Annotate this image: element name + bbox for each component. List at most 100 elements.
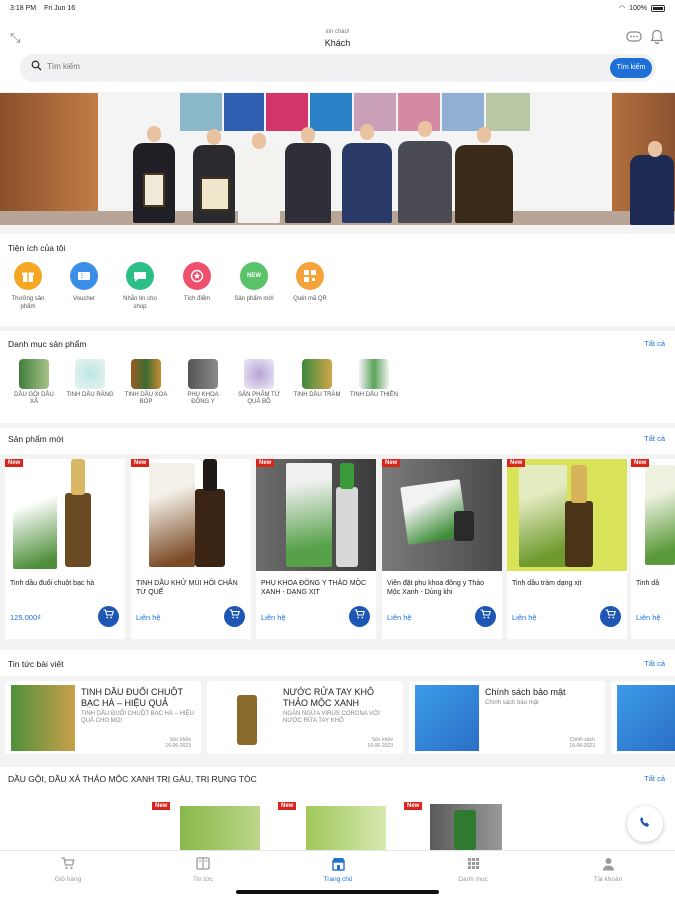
call-button[interactable] — [627, 806, 663, 842]
product-name: PHỤ KHOA ĐÔNG Y THẢO MỘC XANH - DẠNG XỊT — [261, 580, 367, 596]
qr-icon — [296, 262, 324, 290]
utility-label: Nhắn tin cho shop — [123, 296, 157, 310]
news-card[interactable]: TINH DẦU ĐUỔI CHUỘT BẠC HÀ – HIỆU QUẢ TI… — [5, 681, 201, 754]
product-image — [131, 459, 251, 571]
product-card[interactable]: New Tinh dầ Liên hệ — [631, 459, 675, 639]
category-item[interactable]: Dầu gội dầu xả — [10, 359, 58, 406]
shampoo-section: DẦU GỘI, DẦU XẢ THẢO MỘC XANH TRỊ GÀU, T… — [0, 767, 675, 850]
category-image — [188, 359, 218, 389]
utility-label: Sản phẩm mới — [234, 296, 274, 302]
news-card[interactable]: Chính sách bảo mật Chính sách bảo mật Ch… — [409, 681, 605, 754]
search-icon — [31, 60, 42, 74]
category-image — [75, 359, 105, 389]
product-image — [631, 459, 675, 571]
product-price: Liên hệ — [261, 613, 286, 622]
news-summary: NGĂN NGỪA VIRUS CORONA VỚI NƯỚC RỬA TAY … — [283, 711, 380, 724]
new-badge: New — [278, 802, 297, 810]
tab-cart[interactable]: Giỏ hàng — [28, 857, 108, 883]
product-card[interactable]: New — [276, 800, 396, 850]
tab-news[interactable]: Tin tức — [163, 857, 243, 883]
product-name: Tinh dầu đuổi chuột bạc hà — [10, 580, 95, 587]
product-image — [430, 804, 502, 850]
new-products-title: Sản phẩm mới — [8, 434, 64, 444]
category-item[interactable]: Tinh dầu xoa bóp — [122, 359, 170, 406]
points-icon — [183, 262, 211, 290]
product-image — [507, 459, 627, 571]
add-to-cart-button[interactable] — [600, 606, 621, 627]
news-image — [213, 685, 277, 751]
search-button[interactable]: Tìm kiếm — [610, 58, 652, 78]
category-item[interactable]: Sản phẩm từ quả bồ — [235, 359, 283, 406]
gift-icon — [14, 262, 42, 290]
news-summary: TINH DẦU ĐUỔI CHUỘT BẠC HÀ – HIỆU QUẢ CH… — [81, 711, 194, 724]
product-card[interactable]: New PHỤ KHOA ĐÔNG Y THẢO MỘC XANH - DẠNG… — [256, 459, 376, 639]
chat-icon[interactable] — [626, 31, 642, 46]
add-to-cart-button[interactable] — [475, 606, 496, 627]
status-bar: 3:18 PM Fri Jun 16 ◠ 100% — [0, 0, 675, 16]
product-card[interactable]: New — [402, 800, 522, 850]
utility-qr[interactable]: Quét mã QR — [287, 262, 333, 303]
product-image — [306, 806, 386, 850]
news-image — [617, 685, 675, 751]
category-item[interactable]: Tinh dầu tràm — [293, 359, 341, 399]
product-card[interactable]: New Viên đặt phụ khoa đông y Thảo Mộc Xa… — [382, 459, 502, 639]
news-card[interactable] — [611, 681, 675, 754]
category-label: Tinh dầu xoa bóp — [124, 392, 168, 405]
utility-label: Voucher — [72, 296, 96, 302]
utility-new-product[interactable]: NEW Sản phẩm mới — [231, 262, 277, 303]
search-input[interactable] — [47, 62, 527, 71]
new-products-see-all[interactable]: Tất cả — [644, 434, 665, 443]
product-card[interactable]: New — [150, 800, 270, 850]
product-image — [382, 459, 502, 571]
add-to-cart-button[interactable] — [224, 606, 245, 627]
shampoo-see-all[interactable]: Tất cả — [644, 774, 665, 783]
tab-account[interactable]: Tài khoản — [568, 857, 648, 883]
product-price: Liên hệ — [636, 613, 661, 622]
news-card[interactable]: NƯỚC RỬA TAY KHÔ THẢO MỘC XANH NGĂN NGỪA… — [207, 681, 403, 754]
new-badge: New — [404, 802, 423, 810]
news-headline: Chính sách bảo mật — [485, 687, 566, 697]
news-see-all[interactable]: Tất cả — [644, 659, 665, 668]
home-icon — [298, 857, 378, 873]
wifi-icon: ◠ — [618, 5, 626, 12]
tab-home[interactable]: Trang chủ — [298, 857, 378, 883]
product-price: Liên hệ — [387, 613, 412, 622]
new-badge: New — [631, 459, 650, 467]
tab-label: Trang chủ — [323, 876, 353, 883]
product-price: Liên hệ — [136, 613, 161, 622]
utility-message[interactable]: Nhắn tin cho shop — [117, 262, 163, 311]
categories-section: Danh mục sản phẩm Tất cả Dầu gội dầu xả … — [0, 331, 675, 423]
battery-percent: 100% — [629, 4, 647, 12]
user-name: Khách — [324, 38, 351, 48]
tab-categories[interactable]: Danh mục — [433, 857, 513, 883]
utility-label: Tích điểm — [183, 296, 211, 302]
utilities-section: Tiện ích của tôi Thưởng sản phẩm Voucher… — [0, 234, 675, 326]
app-header: ⤡ xin chào! Khách Tìm kiếm — [0, 16, 675, 92]
categories-see-all[interactable]: Tất cả — [644, 339, 665, 348]
new-badge: New — [382, 459, 401, 467]
phone-icon — [639, 816, 651, 831]
product-card[interactable]: New Tinh dầu đuổi chuột bạc hà 125.000₫ — [5, 459, 125, 639]
category-item[interactable]: Tinh dầu thiên — [350, 359, 398, 399]
status-time: 3:18 PM — [10, 4, 37, 12]
news-image — [11, 685, 75, 751]
promo-banner[interactable] — [0, 93, 675, 225]
utility-points[interactable]: Tích điểm — [174, 262, 220, 303]
category-image — [19, 359, 49, 389]
utilities-title: Tiện ích của tôi — [8, 243, 66, 253]
news-date: Sức khỏe 16-06-2023 — [367, 737, 393, 749]
category-item[interactable]: Phụ khoa đông y — [179, 359, 227, 406]
product-image — [5, 459, 125, 571]
add-to-cart-button[interactable] — [98, 606, 119, 627]
category-label: Tinh dầu thiên — [350, 392, 398, 398]
product-card[interactable]: New Tinh dầu tràm dạng xịt Liên hệ — [507, 459, 627, 639]
utility-label: Quét mã QR — [293, 296, 327, 302]
add-to-cart-button[interactable] — [349, 606, 370, 627]
utility-voucher[interactable]: Voucher — [61, 262, 107, 303]
product-card[interactable]: New TINH DẦU KHỬ MÙI HÔI CHÂN TỪ QUẾ Liê… — [131, 459, 251, 639]
utility-reward[interactable]: Thưởng sản phẩm — [5, 262, 51, 311]
category-label: Tinh dầu răng — [66, 392, 114, 398]
news-headline: NƯỚC RỬA TAY KHÔ THẢO MỘC XANH — [283, 687, 374, 708]
bell-icon[interactable] — [650, 29, 664, 48]
category-item[interactable]: Tinh dầu răng — [66, 359, 114, 399]
